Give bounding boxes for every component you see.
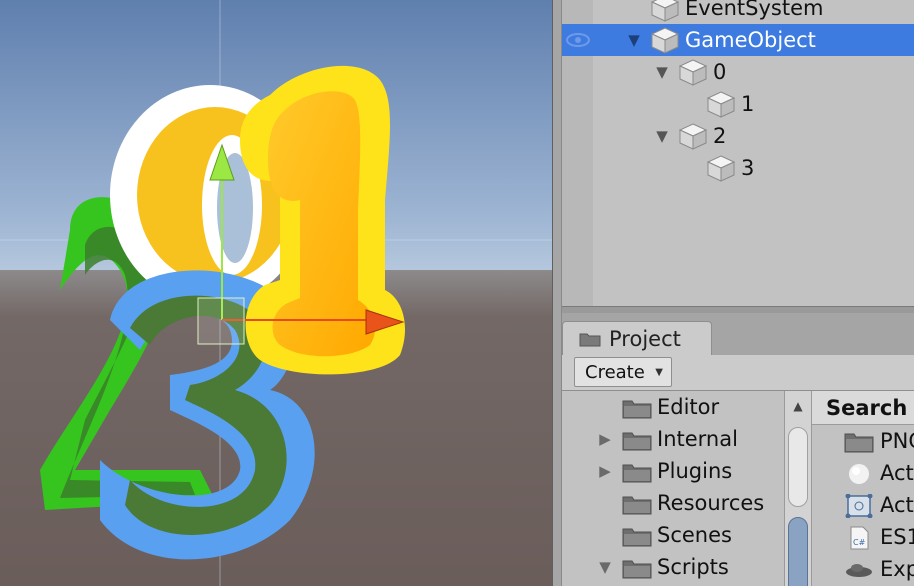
- gameobject-cube-icon: [650, 0, 680, 22]
- rect-transform-icon: [845, 494, 873, 518]
- folder-icon: [622, 496, 652, 515]
- expand-arrow-icon[interactable]: ▼: [652, 120, 672, 152]
- dropdown-caret-icon: ▼: [655, 367, 663, 378]
- tab-project[interactable]: Project: [562, 321, 712, 355]
- hierarchy-item-label: 1: [741, 92, 755, 116]
- folder-label: Scripts: [657, 555, 729, 579]
- folder-icon: [844, 433, 874, 453]
- result-label: ES1: [880, 525, 914, 549]
- search-results-list: Search PNG Act Act C# ES1 Exp: [812, 391, 914, 586]
- folder-item-scripts[interactable]: ▼ Scripts: [562, 551, 784, 583]
- csharp-script-icon: C#: [850, 526, 869, 550]
- result-label: PNG: [880, 429, 914, 453]
- panel-divider[interactable]: [552, 0, 562, 586]
- hierarchy-item-label: 0: [713, 60, 727, 84]
- result-item[interactable]: Exp: [812, 553, 914, 585]
- hierarchy-panel: EventSystem ▼ GameObject ▼ 0 1 ▼ 2 3: [562, 0, 914, 313]
- folder-label: Internal: [657, 427, 738, 451]
- project-panel: Project Create ▼ Editor ▶ Internal ▶ Plu…: [562, 313, 914, 586]
- search-results-header: Search: [812, 391, 914, 425]
- gameobject-cube-icon: [678, 123, 708, 150]
- folder-icon: [622, 528, 652, 547]
- folder-item-scenes[interactable]: Scenes: [562, 519, 784, 551]
- search-header-label: Search: [826, 396, 908, 420]
- hierarchy-item-label: GameObject: [685, 28, 816, 52]
- gizmo-plane-handle: [197, 297, 245, 345]
- folder-icon: [622, 400, 652, 419]
- sphere-icon: [849, 464, 869, 484]
- result-label: Act: [880, 493, 914, 517]
- folder-label: Editor: [657, 395, 720, 419]
- cloud-icon: [846, 564, 872, 577]
- hierarchy-item-label: EventSystem: [685, 0, 824, 20]
- project-folder-tree: Editor ▶ Internal ▶ Plugins Resources Sc…: [562, 391, 784, 586]
- visibility-eye-icon[interactable]: [566, 33, 590, 47]
- create-button[interactable]: Create ▼: [574, 357, 672, 387]
- folder-icon: [622, 560, 652, 579]
- folder-item-resources[interactable]: Resources: [562, 487, 784, 519]
- scrollbar-thumb[interactable]: [788, 517, 808, 586]
- scene-view[interactable]: [0, 0, 552, 586]
- project-toolbar: Create ▼: [562, 355, 914, 391]
- expand-arrow-icon[interactable]: ▼: [596, 551, 614, 583]
- folder-icon: [579, 333, 601, 347]
- expand-arrow-icon[interactable]: ▼: [624, 24, 644, 56]
- result-label: Act: [880, 461, 914, 485]
- hierarchy-bottom-border: [562, 306, 914, 313]
- expand-arrow-icon[interactable]: ▼: [652, 56, 672, 88]
- folder-icon: [622, 432, 652, 451]
- folder-item-editor[interactable]: Editor: [562, 391, 784, 423]
- folder-tree-scrollbar[interactable]: ▲: [784, 391, 812, 586]
- result-item[interactable]: PNG: [812, 425, 914, 457]
- folder-label: Resources: [657, 491, 765, 515]
- result-item[interactable]: C# ES1: [812, 521, 914, 553]
- folder-item-plugins[interactable]: ▶ Plugins: [562, 455, 784, 487]
- hierarchy-item-gameobject[interactable]: ▼ GameObject: [562, 24, 914, 56]
- scroll-up-arrow-icon[interactable]: ▲: [785, 395, 811, 417]
- hierarchy-item-0[interactable]: ▼ 0: [562, 56, 914, 88]
- result-label: Exp: [880, 557, 914, 581]
- gameobject-cube-icon: [706, 91, 736, 118]
- result-item[interactable]: Act: [812, 457, 914, 489]
- tab-project-label: Project: [609, 327, 681, 351]
- hierarchy-item-label: 3: [741, 156, 755, 180]
- gameobject-cube-icon: [650, 27, 680, 54]
- hierarchy-item-label: 2: [713, 124, 727, 148]
- hierarchy-item-3[interactable]: 3: [562, 152, 914, 184]
- result-item[interactable]: Act: [812, 489, 914, 521]
- folder-label: Scenes: [657, 523, 732, 547]
- folder-item-internal[interactable]: ▶ Internal: [562, 423, 784, 455]
- expand-arrow-icon[interactable]: ▶: [596, 423, 614, 455]
- svg-text:C#: C#: [853, 538, 866, 547]
- create-button-label: Create: [585, 362, 645, 383]
- gameobject-cube-icon: [706, 155, 736, 182]
- hierarchy-item-eventsystem[interactable]: EventSystem: [562, 0, 914, 24]
- scene-canvas[interactable]: [0, 0, 552, 586]
- hierarchy-item-2[interactable]: ▼ 2: [562, 120, 914, 152]
- scrollbar-track: [788, 427, 808, 507]
- hierarchy-item-1[interactable]: 1: [562, 88, 914, 120]
- gameobject-cube-icon: [678, 59, 708, 86]
- folder-label: Plugins: [657, 459, 733, 483]
- folder-icon: [622, 464, 652, 483]
- expand-arrow-icon[interactable]: ▶: [596, 455, 614, 487]
